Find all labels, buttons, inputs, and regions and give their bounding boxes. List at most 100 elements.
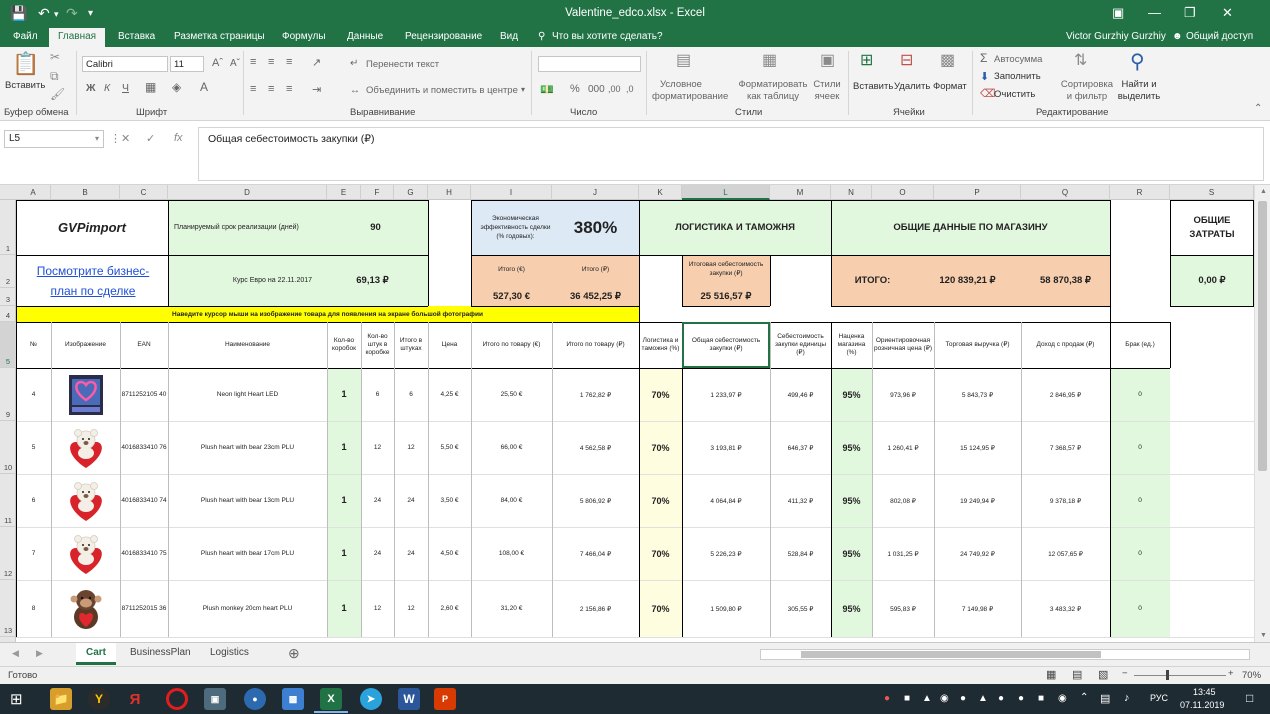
volume-icon[interactable]: ♪	[1124, 692, 1130, 704]
markup-percent[interactable]: 95%	[831, 474, 872, 527]
cell-retail[interactable]: 802,08 ₽	[872, 474, 934, 527]
network-app-icon[interactable]: ●	[244, 688, 266, 710]
font-size-select[interactable]: 11	[170, 56, 204, 72]
align-right-icon[interactable]: ≡	[286, 83, 292, 95]
cell-total-cost[interactable]: 1 233,97 ₽	[682, 368, 770, 421]
cell-defect[interactable]: 0	[1110, 527, 1170, 580]
tab-review[interactable]: Рецензирование	[405, 31, 482, 42]
fill-button[interactable]: Заполнить	[994, 71, 1041, 82]
cell-revenue[interactable]: 5 843,73 ₽	[934, 368, 1021, 421]
bold-icon[interactable]: Ж	[86, 82, 96, 94]
powerpoint-taskbar-icon[interactable]: P	[434, 688, 456, 710]
row-header-12[interactable]: 12	[0, 527, 16, 580]
cell-name[interactable]: Plush heart with bear 23cm PLU	[168, 421, 327, 474]
cell-total-eur[interactable]: 25,50 €	[471, 368, 552, 421]
close-icon[interactable]: ✕	[1222, 5, 1233, 21]
zoom-level[interactable]: 70%	[1242, 670, 1261, 681]
row-header-11[interactable]: 11	[0, 474, 16, 527]
format-as-table-button[interactable]: Форматировать как таблицу	[738, 79, 808, 103]
cell-total-cost[interactable]: 3 193,81 ₽	[682, 421, 770, 474]
align-center-icon[interactable]: ≡	[268, 83, 274, 95]
indent-icon[interactable]: ⇥	[312, 83, 321, 96]
row-header-5[interactable]: 5	[0, 322, 16, 368]
cell-per-box[interactable]: 24	[361, 474, 394, 527]
tray-icon-5[interactable]: ▲	[978, 693, 988, 704]
scroll-up-icon[interactable]: ▲	[1260, 188, 1267, 195]
decrease-decimal-icon[interactable]: ,0	[626, 84, 634, 94]
column-header-p[interactable]: P	[934, 185, 1021, 200]
cell-pieces[interactable]: 6	[394, 368, 428, 421]
page-layout-view-icon[interactable]: ▤	[1072, 668, 1082, 681]
cell-ean[interactable]: 4016833410 74	[120, 474, 168, 527]
column-header-n[interactable]: N	[831, 185, 872, 200]
tab-insert[interactable]: Вставка	[118, 31, 155, 42]
tray-icon-2[interactable]: ▲	[922, 693, 932, 704]
insert-cells-button[interactable]: Вставить	[853, 81, 893, 92]
cell-boxes[interactable]: 1	[327, 421, 361, 474]
font-color-icon[interactable]: A	[200, 80, 208, 94]
column-header-e[interactable]: E	[327, 185, 361, 200]
cut-icon[interactable]: ✂	[50, 50, 60, 64]
product-image[interactable]	[51, 368, 120, 421]
cell-name[interactable]: Plush heart with bear 17cm PLU	[168, 527, 327, 580]
notifications-icon[interactable]: □	[1246, 691, 1253, 705]
underline-icon[interactable]: Ч	[122, 82, 129, 94]
cell-price[interactable]: 3,50 €	[428, 474, 471, 527]
name-box[interactable]: L5	[4, 130, 104, 148]
font-name-select[interactable]: Calibri	[82, 56, 168, 72]
puzzle-app-icon[interactable]: ▩	[282, 688, 304, 710]
cell-revenue[interactable]: 19 249,94 ₽	[934, 474, 1021, 527]
cell-price[interactable]: 5,50 €	[428, 421, 471, 474]
markup-percent[interactable]: 95%	[831, 368, 872, 421]
excel-taskbar-icon[interactable]: X	[320, 688, 342, 710]
tab-data[interactable]: Данные	[347, 31, 383, 42]
cell-revenue[interactable]: 7 149,98 ₽	[934, 580, 1021, 637]
fill-icon[interactable]: ⬇	[980, 70, 989, 83]
tray-icon-6[interactable]: ●	[998, 693, 1004, 704]
scroll-down-icon[interactable]: ▼	[1260, 632, 1267, 639]
tray-icon-1[interactable]: ■	[904, 693, 910, 704]
column-header-l[interactable]: L	[682, 185, 770, 200]
column-header-j[interactable]: J	[552, 185, 639, 200]
logistics-percent[interactable]: 70%	[639, 421, 682, 474]
row-header-9[interactable]: 9	[0, 368, 16, 421]
format-cells-icon[interactable]: ▩	[940, 50, 955, 70]
currency-icon[interactable]: 💵	[540, 83, 554, 96]
cell-unit-cost[interactable]: 411,32 ₽	[770, 474, 831, 527]
column-header-c[interactable]: C	[120, 185, 168, 200]
column-header-q[interactable]: Q	[1021, 185, 1110, 200]
cell-total-rub[interactable]: 4 562,58 ₽	[552, 421, 639, 474]
sort-filter-button[interactable]: Сортировка и фильтр	[1058, 79, 1116, 103]
row-header-4[interactable]: 4	[0, 306, 16, 322]
clock-time[interactable]: 13:45	[1193, 687, 1216, 697]
number-format-select[interactable]	[538, 56, 641, 72]
row-header-1[interactable]: 1	[0, 200, 16, 255]
tab-scroll-left-icon[interactable]: ◀	[12, 648, 19, 659]
cell-unit-cost[interactable]: 528,84 ₽	[770, 527, 831, 580]
tell-me-box[interactable]: Что вы хотите сделать?	[552, 31, 663, 42]
product-image[interactable]	[51, 474, 120, 527]
column-header-k[interactable]: K	[639, 185, 682, 200]
sheet-tab-businessplan[interactable]: BusinessPlan	[120, 643, 201, 665]
thousands-icon[interactable]: 000	[588, 84, 605, 95]
grow-font-icon[interactable]: Aˆ	[212, 57, 223, 69]
ribbon-display-icon[interactable]: ▣	[1112, 5, 1124, 21]
shrink-font-icon[interactable]: Aˇ	[230, 58, 240, 69]
tab-formulas[interactable]: Формулы	[282, 31, 326, 42]
row-header-10[interactable]: 10	[0, 421, 16, 474]
cell-total-cost[interactable]: 5 226,23 ₽	[682, 527, 770, 580]
cell-per-box[interactable]: 24	[361, 527, 394, 580]
cell-price[interactable]: 4,25 €	[428, 368, 471, 421]
wrap-text-icon[interactable]: ↵	[350, 58, 358, 69]
cell-n[interactable]: 4	[16, 368, 51, 421]
horizontal-scrollbar-thumb[interactable]	[801, 651, 1101, 658]
column-header-r[interactable]: R	[1110, 185, 1170, 200]
cell-total-rub[interactable]: 5 806,92 ₽	[552, 474, 639, 527]
photo-app-icon[interactable]: ▣	[204, 688, 226, 710]
copy-icon[interactable]: ⧉	[50, 69, 59, 84]
logistics-percent[interactable]: 70%	[639, 527, 682, 580]
cell-total-rub[interactable]: 2 156,86 ₽	[552, 580, 639, 637]
name-box-dropdown-icon[interactable]: ▾	[95, 134, 99, 143]
autosum-icon[interactable]: Σ	[980, 51, 987, 65]
markup-percent[interactable]: 95%	[831, 580, 872, 637]
